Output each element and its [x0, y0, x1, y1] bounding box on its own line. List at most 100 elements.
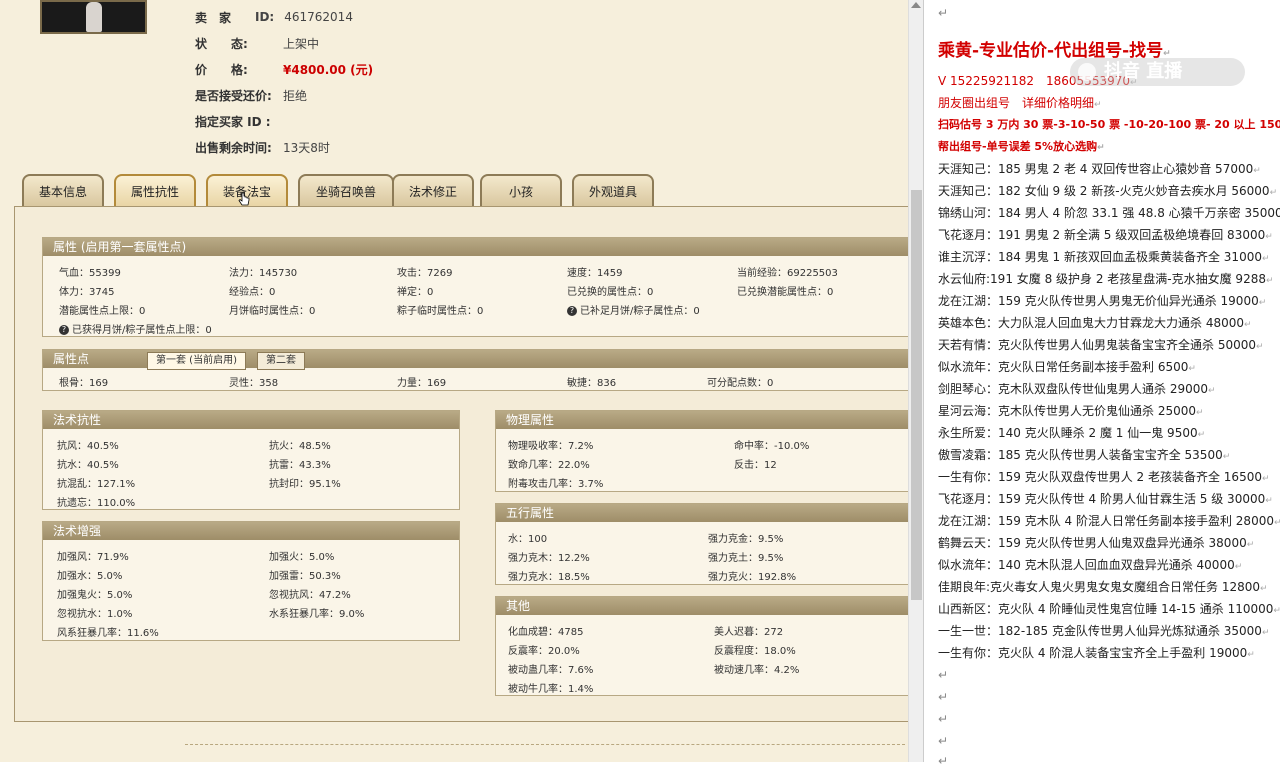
- seller-row: 卖 家 ID: 461762014: [195, 8, 353, 26]
- other-cell: 化血成碧：4785: [508, 627, 584, 638]
- paragraph-mark-icon: ↵: [1196, 408, 1204, 418]
- attr-cell: 粽子临时属性点：0: [397, 306, 484, 317]
- document-line: 鹤舞云天：159 克火队传世男人仙鬼双盘异光通杀 38000↵: [938, 534, 1278, 552]
- attr-cell: 当前经验：69225503: [737, 268, 838, 279]
- tab-second-set[interactable]: 第二套: [257, 352, 305, 370]
- scroll-up-icon[interactable]: [911, 2, 921, 8]
- magic-boost-header: 法术增强: [43, 522, 459, 540]
- tab-appearance-items[interactable]: 外观道具: [572, 174, 654, 206]
- document-line: 龙在江湖：159 克火队传世男人男鬼无价仙异光通杀 19000↵: [938, 292, 1278, 310]
- attributes-panel: 属性 (启用第一套属性点) 气血：55399 法力：145730 攻击：7269…: [14, 206, 908, 722]
- attr-cell: 已兑换的属性点：0: [567, 287, 654, 298]
- document-line-text: 一生有你：克火队 4 阶混人装备宝宝齐全上手盈利 19000: [938, 646, 1248, 660]
- physical-cell: 附毒攻击几率：3.7%: [508, 479, 604, 490]
- document-line: 飞花逐月：159 克火队传世 4 阶男人仙甘霖生活 5 级 30000↵: [938, 490, 1278, 508]
- status-row: 状 态: 上架中: [195, 34, 319, 52]
- points-cell: 根骨：169: [59, 378, 109, 389]
- document-line-text: 龙在江湖：159 克火队传世男人男鬼无价仙异光通杀 19000: [938, 294, 1259, 308]
- other-cell: 反震率：20.0%: [508, 646, 580, 657]
- boost-cell: 忽视抗水：1.0%: [57, 609, 133, 620]
- scroll-thumb[interactable]: [911, 190, 922, 600]
- divider: [185, 744, 905, 745]
- res-cell: 抗雷：43.3%: [269, 460, 331, 471]
- empty-paragraph-mark-icon: ↵: [938, 690, 949, 704]
- document-line-text: 佳期良年:克火毒女人鬼火男鬼女鬼女魔组合日常任务 12800: [938, 580, 1261, 594]
- document-line: 谁主沉浮：184 男鬼 1 新孩双回血孟极乘黄装备齐全 31000↵: [938, 248, 1278, 266]
- document-line: 龙在江湖：159 克木队 4 阶混人日常任务副本接手盈利 28000↵: [938, 512, 1280, 530]
- tab-child[interactable]: 小孩: [480, 174, 562, 206]
- tab-basic-info[interactable]: 基本信息: [22, 174, 104, 206]
- boost-cell: 风系狂暴几率：11.6%: [57, 628, 159, 639]
- status-label: 状 态:: [195, 36, 248, 51]
- document-line: 似水流年：克火队日常任务副本接手盈利 6500↵: [938, 358, 1278, 376]
- tab-spell-modifier[interactable]: 法术修正: [392, 174, 474, 206]
- physical-header: 物理属性: [496, 411, 908, 429]
- boost-cell: 水系狂暴几率：9.0%: [269, 609, 365, 620]
- paragraph-mark-icon: ↵: [1244, 320, 1252, 330]
- tab-mounts-summons[interactable]: 坐骑召唤兽: [298, 174, 394, 206]
- document-line-text: 天涯知己：185 男鬼 2 老 4 双回传世容止心猿妙音 57000: [938, 162, 1254, 176]
- trade-detail-page: 卖 家 ID: 461762014 状 态: 上架中 价 格: ¥4800.00…: [0, 0, 908, 762]
- document-line: 帮出组号-单号误差 5%放心选购↵: [938, 138, 1278, 156]
- document-line-text: 飞花逐月：159 克火队传世 4 阶男人仙甘霖生活 5 级 30000: [938, 492, 1266, 506]
- remaining-time-label: 出售剩余时间:: [195, 140, 272, 155]
- help-icon[interactable]: ?: [59, 325, 69, 335]
- price-value: ¥4800.00 (元): [283, 62, 374, 77]
- physical-cell: 命中率：-10.0%: [734, 441, 810, 452]
- paragraph-mark-icon: ↵: [1273, 518, 1280, 528]
- hand-cursor-icon: [238, 192, 250, 206]
- attr-cell: 已兑换潜能属性点：0: [737, 287, 834, 298]
- boost-cell: 加强鬼火：5.0%: [57, 590, 133, 601]
- help-icon[interactable]: ?: [567, 306, 577, 316]
- boost-cell: 加强风：71.9%: [57, 552, 129, 563]
- document-line-text: 剑胆琴心：克木队双盘队传世仙鬼男人通杀 29000: [938, 382, 1208, 396]
- res-cell: 抗水：40.5%: [57, 460, 119, 471]
- vertical-scrollbar[interactable]: [908, 0, 923, 762]
- document-line: 天涯知己：185 男鬼 2 老 4 双回传世容止心猿妙音 57000↵: [938, 160, 1278, 178]
- empty-paragraph-mark-icon: ↵: [938, 712, 949, 726]
- elements-section: 五行属性 水：100 强力克金：9.5% 强力克木：12.2% 强力克土：9.5…: [495, 503, 908, 585]
- paragraph-mark-icon: ↵: [1265, 276, 1274, 286]
- document-line: 一生有你：克火队 4 阶混人装备宝宝齐全上手盈利 19000↵: [938, 644, 1278, 662]
- other-header: 其他: [496, 597, 908, 615]
- document-line-text: 英雄本色：大力队混人回血鬼大力甘霖龙大力通杀 48000: [938, 316, 1244, 330]
- attribute-points-title: 属性点: [53, 352, 90, 366]
- points-cell: 灵性：358: [229, 378, 279, 389]
- attribute-points-section: 属性点 第一套 (当前启用) 第二套 根骨：169 灵性：358 力量：169 …: [42, 349, 908, 391]
- attr-cell: 经验点：0: [229, 287, 276, 298]
- res-cell: 抗火：48.5%: [269, 441, 331, 452]
- tab-first-set[interactable]: 第一套 (当前启用): [147, 352, 246, 370]
- paragraph-mark-icon: ↵: [1246, 540, 1255, 550]
- physical-cell: 物理吸收率：7.2%: [508, 441, 594, 452]
- document-line: 永生所爱：140 克火队睡杀 2 魔 1 仙一鬼 9500↵: [938, 424, 1278, 442]
- remaining-time-row: 出售剩余时间: 13天8时: [195, 138, 330, 156]
- tab-attributes-resistance[interactable]: 属性抗性: [114, 174, 196, 206]
- document-line-text: 谁主沉浮：184 男鬼 1 新孩双回血孟极乘黄装备齐全 31000: [938, 250, 1262, 264]
- attr-cell: 潜能属性点上限：0: [59, 306, 146, 317]
- attr-text: 已获得月饼/粽子属性点上限：0: [72, 325, 212, 336]
- other-cell: 被动蛊几率：7.6%: [508, 665, 594, 676]
- element-cell: 强力克木：12.2%: [508, 553, 590, 564]
- character-thumbnail: [40, 0, 147, 34]
- magic-boost-section: 法术增强 加强风：71.9% 加强火：5.0% 加强水：5.0% 加强雷：50.…: [42, 521, 460, 641]
- paragraph-mark-icon: ↵: [1265, 232, 1273, 242]
- magic-resistance-header: 法术抗性: [43, 411, 459, 429]
- res-cell: 抗遗忘：110.0%: [57, 498, 136, 509]
- document-line: 锦绣山河：184 男人 4 阶忽 33.1 强 48.8 心猿千万亲密 3500…: [938, 204, 1280, 222]
- paragraph-mark-icon: ↵: [1258, 298, 1267, 308]
- attr-cell: 速度：1459: [567, 268, 623, 279]
- attr-cell: 攻击：7269: [397, 268, 453, 279]
- element-cell: 强力克金：9.5%: [708, 534, 784, 545]
- attr-cell: 体力：3745: [59, 287, 115, 298]
- element-cell: 强力克火：192.8%: [708, 572, 797, 583]
- paragraph-mark-icon: ↵: [1256, 342, 1264, 352]
- watermark-text: 抖音 直播: [1104, 61, 1183, 82]
- element-cell: 强力克土：9.5%: [708, 553, 784, 564]
- document-line: 剑胆琴心：克木队双盘队传世仙鬼男人通杀 29000↵: [938, 380, 1278, 398]
- points-cell: 力量：169: [397, 378, 447, 389]
- attr-cell: 气血：55399: [59, 268, 121, 279]
- counter-offer-row: 是否接受还价: 拒绝: [195, 86, 307, 104]
- paragraph-mark-icon: ↵: [1269, 188, 1278, 198]
- document-line-text: 帮出组号-单号误差 5%放心选购: [938, 140, 1098, 153]
- document-line-text: 水云仙府:191 女魔 8 级护身 2 老孩星盘满-克水抽女魔 9288: [938, 272, 1266, 286]
